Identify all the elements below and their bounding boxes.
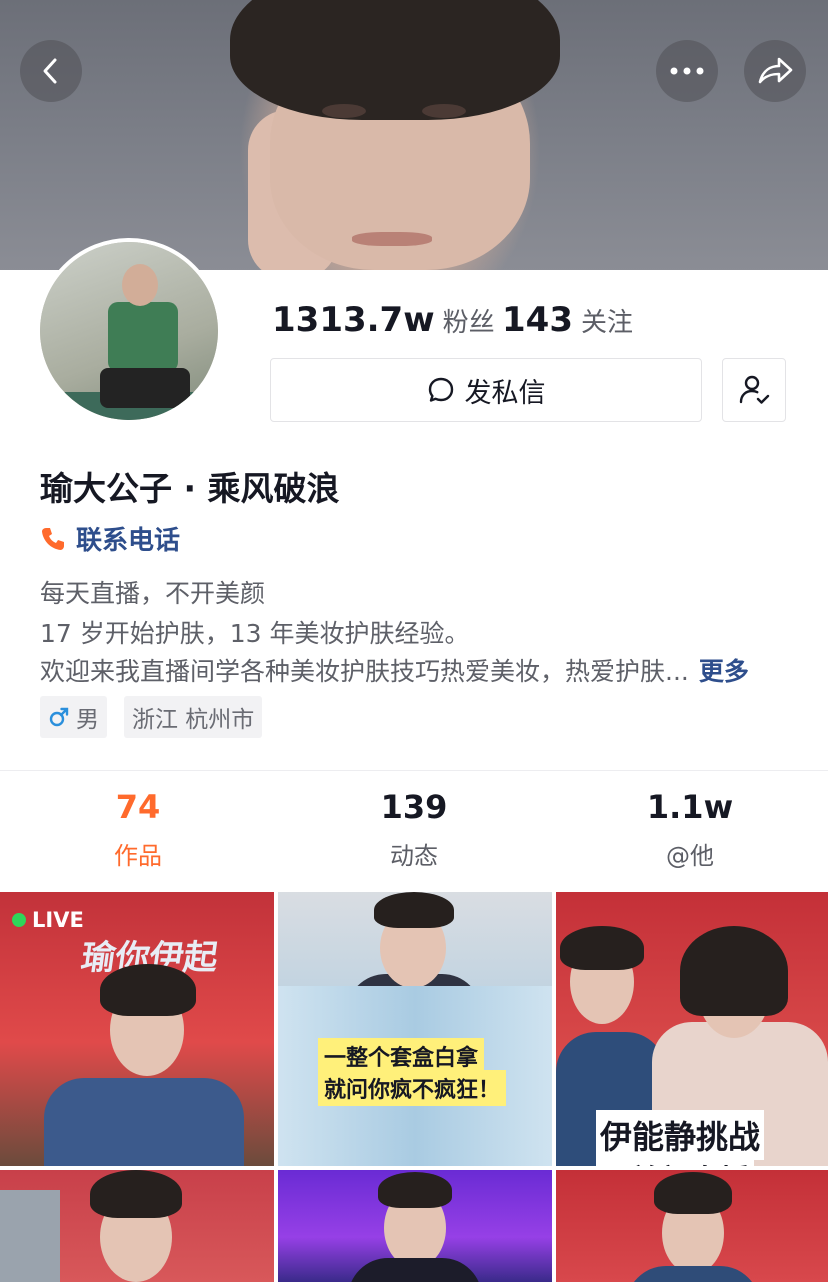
tab-works-label: 作品 — [114, 842, 162, 870]
video-thumbnail[interactable]: 伊能静挑战 无美颜直播 — [556, 892, 828, 1166]
followers-stat[interactable]: 1313.7w 粉丝 — [272, 300, 495, 340]
chevron-left-icon — [43, 58, 57, 84]
tab-works-count: 74 — [115, 788, 161, 826]
share-button[interactable] — [744, 40, 806, 102]
send-message-button[interactable]: 发私信 — [270, 358, 702, 422]
location-tag: 浙江 杭州市 — [124, 696, 263, 738]
video-thumbnail[interactable] — [556, 1170, 828, 1282]
video-grid: LIVE 瑜你伊起 一整个套盒白拿 就问你疯不疯狂！ 伊能静挑战 无美颜直播 — [0, 892, 828, 1282]
video-thumbnail[interactable] — [0, 1170, 274, 1282]
followers-label: 粉丝 — [442, 308, 495, 338]
gender-label: 男 — [76, 707, 99, 733]
tab-mentions-label: @他 — [666, 842, 714, 870]
video-thumbnail[interactable]: 一整个套盒白拿 就问你疯不疯狂！ — [278, 892, 552, 1166]
more-dots-icon — [670, 67, 704, 75]
bio-line: 每天直播，不开美颜 — [40, 579, 266, 608]
following-stat[interactable]: 143 关注 — [502, 300, 633, 340]
live-badge-label: LIVE — [32, 908, 84, 932]
male-icon — [49, 707, 69, 727]
following-label: 关注 — [580, 308, 633, 338]
video-caption: 就问你疯不疯狂！ — [318, 1070, 507, 1106]
back-button[interactable] — [20, 40, 82, 102]
gender-tag: 男 — [40, 696, 107, 738]
followers-count: 1313.7w — [272, 300, 435, 340]
tab-works[interactable]: 74 作品 — [0, 788, 276, 871]
profile-cover-photo — [0, 0, 828, 272]
location-label: 浙江 杭州市 — [132, 707, 255, 733]
tab-mentions-count: 1.1w — [646, 788, 734, 826]
video-thumbnail[interactable]: LIVE 瑜你伊起 — [0, 892, 274, 1166]
video-caption: 伊能静挑战 — [596, 1110, 765, 1160]
user-check-icon — [739, 375, 770, 404]
video-caption: 无美颜直播 — [596, 1154, 754, 1166]
contact-phone-label: 联系电话 — [76, 526, 181, 556]
tab-moments[interactable]: 139 动态 — [276, 788, 552, 871]
contact-phone-link[interactable]: 联系电话 — [40, 520, 180, 557]
video-caption: 一整个套盒白拿 — [318, 1038, 485, 1074]
tab-moments-label: 动态 — [390, 842, 438, 870]
avatar[interactable] — [36, 238, 222, 424]
followed-user-button[interactable] — [722, 358, 786, 422]
bio-more-link[interactable]: 更多 — [699, 657, 749, 686]
share-arrow-icon — [758, 57, 793, 84]
chat-bubble-icon — [428, 377, 453, 402]
profile-name: 瑜大公子 · 乘风破浪 — [40, 469, 340, 508]
bio-line-last: 欢迎来我直播间学各种美妆护肤技巧热爱美妆，热爱护肤... 更多 — [40, 652, 749, 688]
tab-moments-count: 139 — [380, 788, 448, 826]
video-thumbnail[interactable] — [278, 1170, 552, 1282]
live-badge: LIVE — [12, 908, 84, 932]
bio-line-text: 欢迎来我直播间学各种美妆护肤技巧热爱美妆，热爱护肤... — [40, 657, 689, 686]
send-message-label: 发私信 — [464, 377, 546, 409]
bio-line: 17 岁开始护肤，13 年美妆护肤经验。 — [40, 619, 470, 648]
following-count: 143 — [502, 300, 573, 340]
phone-icon — [42, 527, 64, 550]
more-button[interactable] — [656, 40, 718, 102]
divider — [0, 770, 828, 771]
tab-mentions[interactable]: 1.1w @他 — [552, 788, 828, 871]
